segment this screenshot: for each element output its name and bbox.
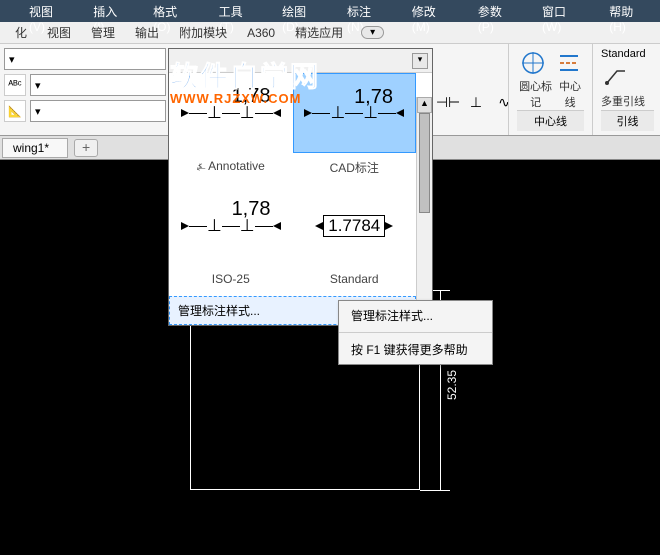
centerline-icon[interactable] <box>554 48 584 78</box>
dimstyle-iso25[interactable]: ⊥⊥ 1,78 <box>169 186 293 266</box>
dimstyle-cad[interactable]: ⊥⊥ 1,78 <box>293 73 417 153</box>
context-menu: 管理标注样式... 按 F1 键获得更多帮助 <box>338 300 493 365</box>
dropdown-collapse-icon[interactable]: ▾ <box>412 53 428 69</box>
tab-addins[interactable]: 附加模块 <box>169 22 237 43</box>
leader-panel-title: 引线 <box>601 110 654 131</box>
dropdown-scrollbar[interactable]: ▲ ▼ <box>416 97 432 325</box>
tab-home[interactable]: 化 <box>5 22 37 43</box>
textstyle-dropdown[interactable]: ▾ <box>30 74 166 96</box>
menu-dimension[interactable]: 标注(N) <box>333 0 398 22</box>
dimstyle-cad-name: CAD标注 <box>293 153 417 186</box>
center-mark-label: 圆心标记 <box>517 78 554 110</box>
dim-tool-1[interactable]: ⊣⊢ <box>436 90 460 114</box>
dim-tool-icon[interactable]: 📐 <box>4 100 26 122</box>
context-manage-dimstyles[interactable]: 管理标注样式... <box>339 301 492 330</box>
context-separator <box>339 332 492 333</box>
centerline-panel-title: 中心线 <box>517 110 584 131</box>
tab-overflow-button[interactable]: ▾ <box>361 26 384 39</box>
centerline-label: 中心线 <box>556 78 584 110</box>
dimstyle-iso25-name: ISO-25 <box>169 266 293 296</box>
menu-draw[interactable]: 绘图(D) <box>268 0 333 22</box>
scroll-thumb[interactable] <box>419 113 430 213</box>
tab-output[interactable]: 输出 <box>125 22 169 43</box>
menu-insert[interactable]: 插入(I) <box>79 0 139 22</box>
menu-parametric[interactable]: 参数(P) <box>464 0 528 22</box>
leader-panel: Standard 多重引线 引线 <box>592 44 660 135</box>
menu-bar: 视图(V) 插入(I) 格式(O) 工具(T) 绘图(D) 标注(N) 修改(M… <box>0 0 660 22</box>
menu-window[interactable]: 窗口(W) <box>528 0 595 22</box>
dimstyle-dropdown[interactable]: ▾ <box>30 100 166 122</box>
dim-tool-2[interactable]: ⊥ <box>464 90 488 114</box>
menu-view[interactable]: 视图(V) <box>15 0 79 22</box>
menu-tools[interactable]: 工具(T) <box>205 0 269 22</box>
menu-format[interactable]: 格式(O) <box>139 0 204 22</box>
dimstyle-standard-name: Standard <box>293 266 417 296</box>
dimstyle-dropdown-panel: ▾ ⊥⊥ 1,78 ⊥⊥ 1,78 ⍼ Annotative CAD标注 ⊥⊥ … <box>168 48 433 326</box>
leader-style-text: Standard <box>601 48 654 60</box>
dim-extension-2 <box>420 490 450 491</box>
context-f1-help[interactable]: 按 F1 键获得更多帮助 <box>339 335 492 364</box>
tab-manage[interactable]: 管理 <box>81 22 125 43</box>
center-mark-icon[interactable] <box>518 48 548 78</box>
tab-a360[interactable]: A360 <box>237 24 285 42</box>
dimstyle-annotative-name: ⍼ Annotative <box>169 153 293 186</box>
dimension-tools-group: ⊣⊢ ⊥ ∿ <box>436 90 516 114</box>
menu-modify[interactable]: 修改(M) <box>398 0 464 22</box>
multileader-icon[interactable] <box>601 61 631 91</box>
dimension-text: 52.35 <box>445 370 459 400</box>
menu-help[interactable]: 帮助(H) <box>595 0 660 22</box>
scroll-up-icon[interactable]: ▲ <box>417 97 432 113</box>
new-tab-button[interactable]: + <box>74 139 98 157</box>
ribbon-leftgroup: ▾ ᴬᴮᶜ ▾ 📐 ▾ <box>0 44 170 135</box>
text-tool-icon[interactable]: ᴬᴮᶜ <box>4 74 26 96</box>
tab-featured[interactable]: 精选应用 <box>285 22 353 43</box>
tab-view[interactable]: 视图 <box>37 22 81 43</box>
dimstyle-annotative[interactable]: ⊥⊥ 1,78 <box>169 73 293 153</box>
centerline-panel: 圆心标记 中心线 中心线 <box>508 44 592 135</box>
document-tab[interactable]: wing1* <box>2 138 68 158</box>
multileader-label: 多重引线 <box>601 93 645 109</box>
layer-dropdown[interactable]: ▾ <box>4 48 166 70</box>
dimstyle-standard[interactable]: 1.7784 <box>293 186 417 266</box>
